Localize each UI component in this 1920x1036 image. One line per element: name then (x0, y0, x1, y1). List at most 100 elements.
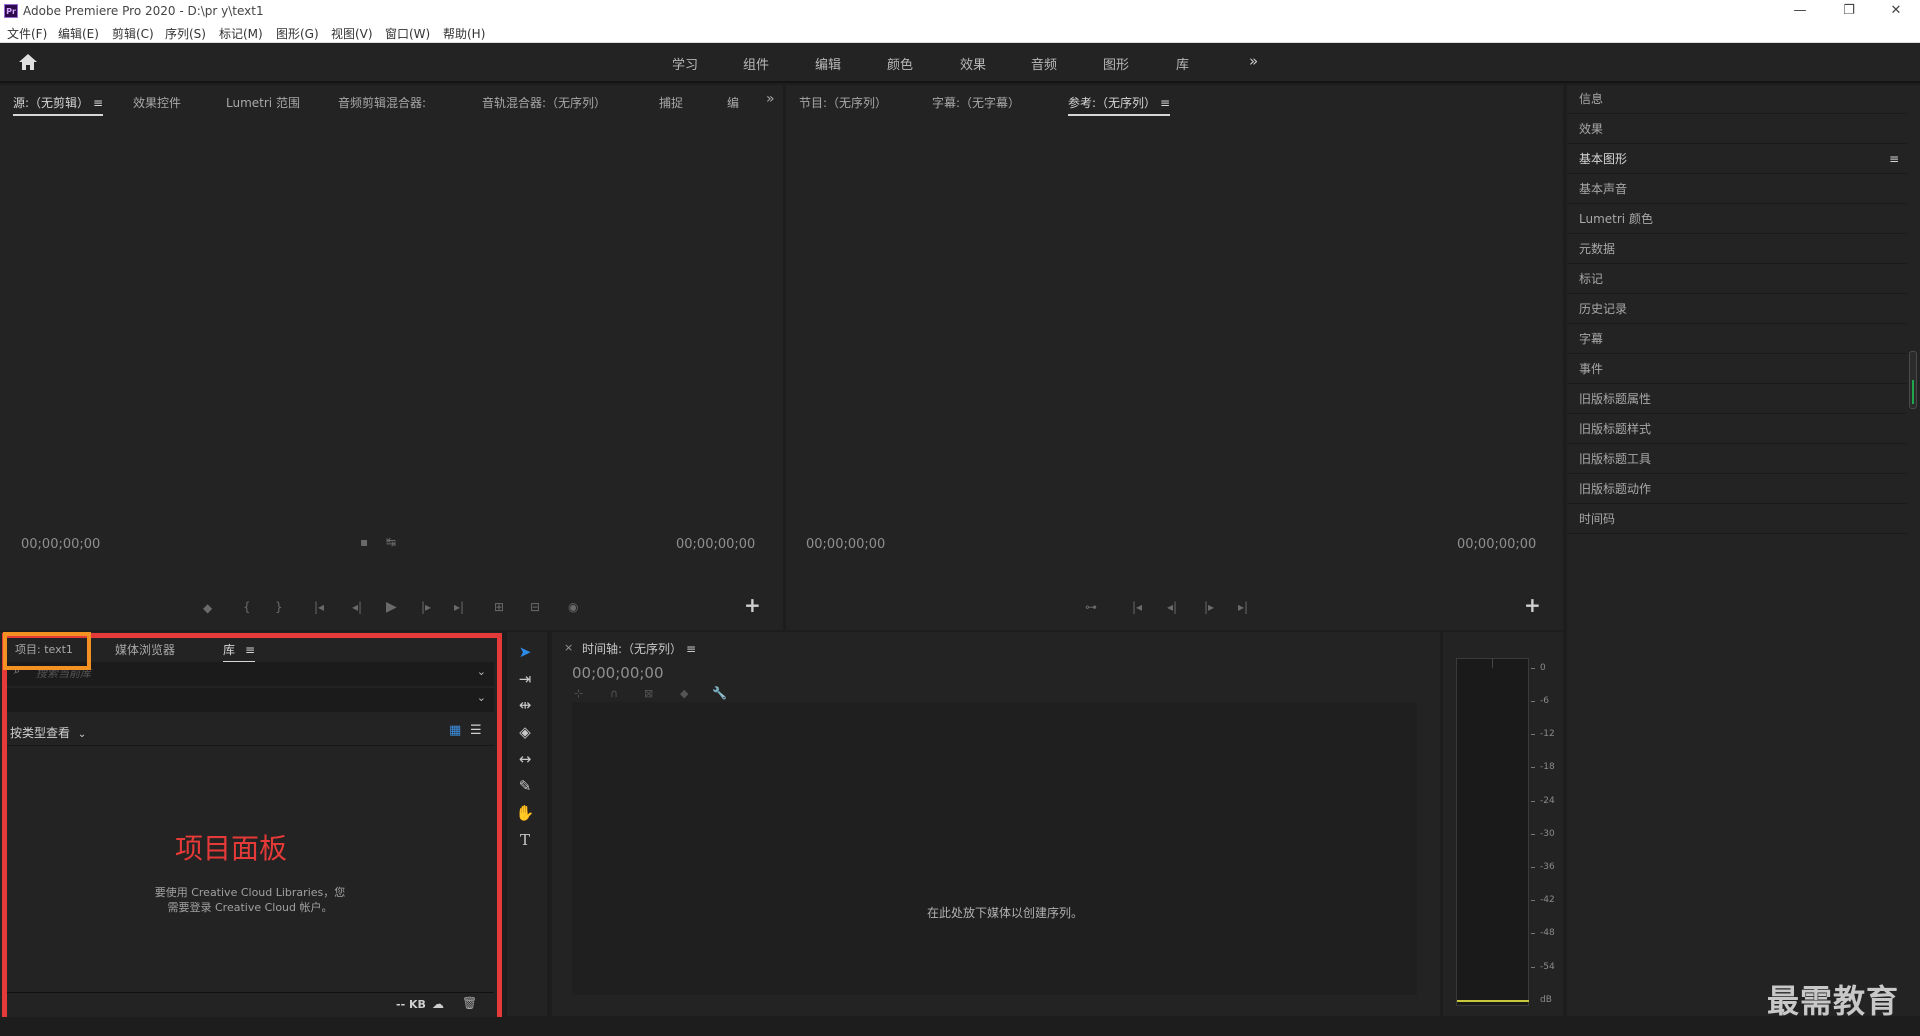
tab-media-browser[interactable]: 媒体浏览器 (115, 641, 175, 658)
menu-view[interactable]: 视图(V) (331, 25, 373, 42)
menu-graphics[interactable]: 图形(G) (276, 25, 319, 42)
tab-reference[interactable]: 参考:（无序列） ≡ (1068, 94, 1171, 116)
razor-tool-icon[interactable]: ◈ (515, 722, 535, 742)
home-icon[interactable] (18, 53, 38, 71)
export-frame-icon[interactable]: ◉ (568, 600, 578, 614)
menu-marker[interactable]: 标记(M) (219, 25, 263, 42)
step-back-icon[interactable]: ◂| (352, 600, 362, 614)
minimize-button[interactable]: — (1785, 2, 1815, 20)
trash-icon[interactable]: 🗑 (462, 996, 477, 1010)
panel-captions[interactable]: 字幕 (1567, 325, 1907, 354)
side-panels-scrollbar[interactable] (1909, 351, 1917, 409)
menu-clip[interactable]: 剪辑(C) (112, 25, 154, 42)
lift-icon[interactable]: ⊶ (1085, 600, 1097, 614)
go-to-in-icon[interactable]: |◂ (314, 600, 324, 614)
restore-button[interactable]: ❐ (1834, 2, 1864, 20)
panel-essential-sound[interactable]: 基本声音 (1567, 175, 1907, 204)
tab-libraries[interactable]: 库 ≡ (223, 641, 256, 663)
menu-edit[interactable]: 编辑(E) (58, 25, 99, 42)
selection-tool-icon[interactable]: ➤ (515, 642, 535, 662)
hand-tool-icon[interactable]: ✋ (515, 803, 535, 823)
panel-menu-icon[interactable]: ≡ (93, 96, 103, 110)
go-to-out-icon[interactable]: ▸| (454, 600, 464, 614)
workspace-assembly[interactable]: 组件 (743, 54, 769, 73)
panel-essential-graphics[interactable]: 基本图形 ≡ (1567, 145, 1907, 174)
panel-menu-icon[interactable]: ≡ (1889, 145, 1899, 173)
cloud-sync-icon[interactable]: ☁ (432, 997, 444, 1011)
step-back-icon[interactable]: ◂| (1167, 600, 1177, 614)
menu-sequence[interactable]: 序列(S) (165, 25, 206, 42)
panel-menu-icon[interactable]: ≡ (686, 642, 696, 656)
step-forward-icon[interactable]: |▸ (421, 600, 431, 614)
track-select-tool-icon[interactable]: ⇥ (515, 669, 535, 689)
mark-in-icon[interactable]: { (243, 600, 251, 614)
wrench-icon[interactable]: 🔧 (712, 686, 727, 700)
type-tool-icon[interactable]: T (515, 830, 535, 850)
tab-edit-to-tape[interactable]: 编 (727, 94, 739, 111)
timeline-drop-area[interactable]: 在此处放下媒体以创建序列。 (572, 702, 1417, 995)
more-workspaces-icon[interactable]: » (1249, 52, 1258, 70)
workspace-color[interactable]: 颜色 (887, 54, 913, 73)
workspace-audio[interactable]: 音频 (1031, 54, 1057, 73)
panel-legacy-title-tools[interactable]: 旧版标题工具 (1567, 445, 1907, 474)
overwrite-icon[interactable]: ⊟ (530, 600, 540, 614)
library-selector[interactable]: ⌄ (6, 688, 494, 712)
source-timecode-current[interactable]: 00;00;00;00 (21, 537, 100, 552)
step-forward-icon[interactable]: |▸ (1204, 600, 1214, 614)
tab-effect-controls[interactable]: 效果控件 (133, 94, 181, 111)
tab-capture[interactable]: 捕捉 (659, 94, 683, 111)
button-editor-icon[interactable]: + (744, 593, 761, 617)
library-search-field[interactable]: ⌕ 搜索当前库 ⌄ (6, 662, 494, 686)
linked-selection-icon[interactable]: ⊠ (644, 687, 653, 700)
workspace-editing[interactable]: 编辑 (815, 54, 841, 73)
menu-window[interactable]: 窗口(W) (385, 25, 430, 42)
chevron-down-icon[interactable]: ⌄ (477, 665, 486, 678)
pen-tool-icon[interactable]: ✎ (515, 776, 535, 796)
snap-icon[interactable]: ∩ (610, 687, 618, 700)
panel-menu-icon[interactable]: ≡ (1160, 96, 1170, 110)
panel-history[interactable]: 历史记录 (1567, 295, 1907, 324)
nest-toggle-icon[interactable]: ⊹ (574, 687, 583, 700)
tab-lumetri-scopes[interactable]: Lumetri 范围 (226, 94, 300, 111)
go-to-in-icon[interactable]: |◂ (1132, 600, 1142, 614)
timeline-timecode[interactable]: 00;00;00;00 (572, 664, 664, 682)
ripple-edit-tool-icon[interactable]: ⇹ (515, 695, 535, 715)
workspace-learn[interactable]: 学习 (672, 54, 698, 73)
grid-view-icon[interactable]: ▦ (449, 723, 461, 738)
add-marker-icon[interactable]: ◆ (680, 687, 688, 700)
drag-audio-icon[interactable]: ↹ (386, 535, 396, 549)
menu-file[interactable]: 文件(F) (7, 25, 47, 42)
tab-source[interactable]: 源:（无剪辑） ≡ (13, 94, 104, 116)
chevron-down-icon[interactable]: ⌄ (477, 691, 486, 704)
view-by-type-dropdown[interactable]: 按类型查看 ⌄ (10, 724, 86, 741)
panel-effects[interactable]: 效果 (1567, 115, 1907, 144)
close-button[interactable]: ✕ (1881, 2, 1911, 20)
list-view-icon[interactable]: ☰ (470, 723, 482, 738)
insert-icon[interactable]: ⊞ (494, 600, 504, 614)
close-icon[interactable]: × (564, 641, 573, 654)
mark-out-icon[interactable]: } (275, 600, 283, 614)
panel-markers[interactable]: 标记 (1567, 265, 1907, 294)
panel-menu-icon[interactable]: ≡ (245, 643, 255, 657)
panel-info[interactable]: 信息 (1567, 85, 1907, 114)
tab-audio-clip-mixer[interactable]: 音频剪辑混合器: (338, 94, 426, 111)
tab-audio-track-mixer[interactable]: 音轨混合器:（无序列） (482, 94, 606, 111)
go-to-out-icon[interactable]: ▸| (1238, 600, 1248, 614)
play-icon[interactable]: ▶ (386, 599, 397, 615)
tab-timeline[interactable]: 时间轴:（无序列） ≡ (582, 640, 696, 657)
menu-help[interactable]: 帮助(H) (443, 25, 485, 42)
drop-frame-icon[interactable]: ▪ (360, 535, 368, 549)
panel-legacy-title-actions[interactable]: 旧版标题动作 (1567, 475, 1907, 504)
tab-captions[interactable]: 字幕:（无字幕） (932, 94, 1020, 111)
panel-legacy-title-styles[interactable]: 旧版标题样式 (1567, 415, 1907, 444)
slip-tool-icon[interactable]: ↔ (515, 749, 535, 769)
panel-metadata[interactable]: 元数据 (1567, 235, 1907, 264)
tab-program[interactable]: 节目:（无序列） (799, 94, 887, 111)
panel-legacy-title-properties[interactable]: 旧版标题属性 (1567, 385, 1907, 414)
workspace-effects[interactable]: 效果 (960, 54, 986, 73)
workspace-graphics[interactable]: 图形 (1103, 54, 1129, 73)
panel-timecode[interactable]: 时间码 (1567, 505, 1907, 534)
panel-lumetri-color[interactable]: Lumetri 颜色 (1567, 205, 1907, 234)
panel-events[interactable]: 事件 (1567, 355, 1907, 384)
program-timecode-current[interactable]: 00;00;00;00 (806, 537, 885, 552)
